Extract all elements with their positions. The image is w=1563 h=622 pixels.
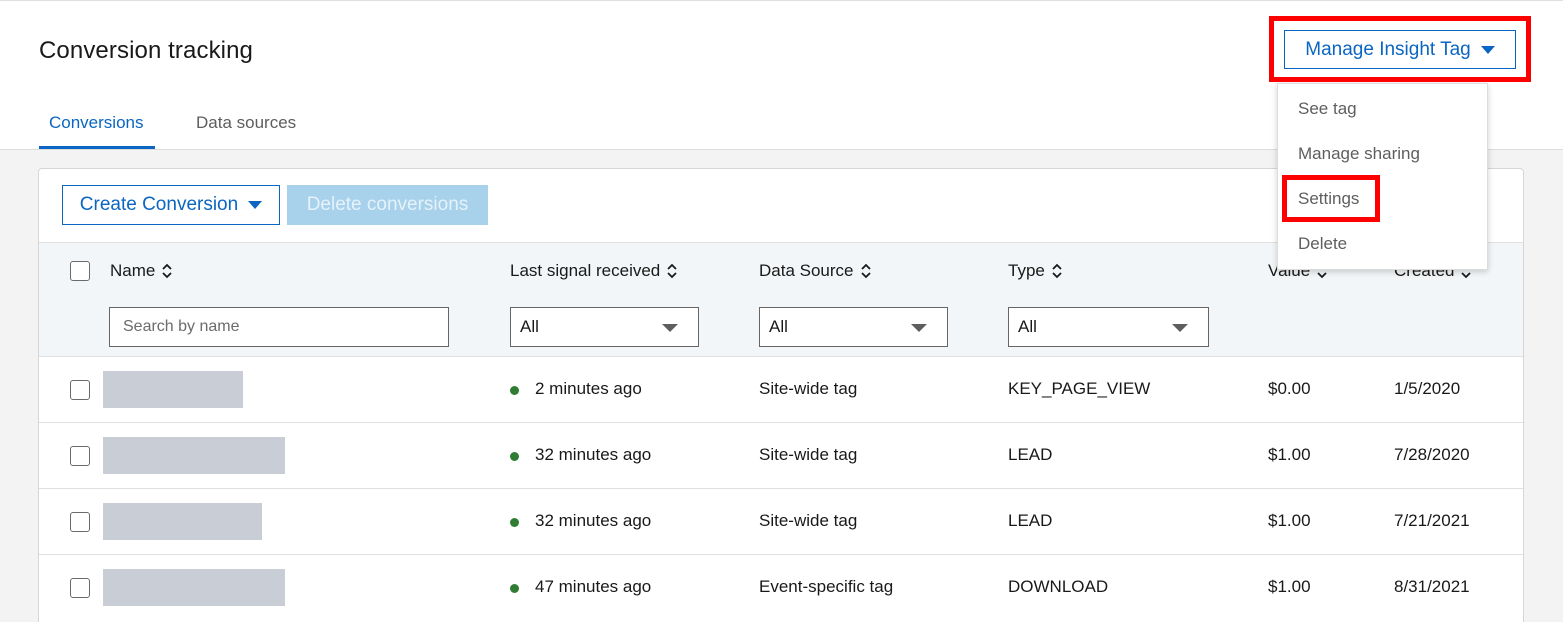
cell-type: LEAD bbox=[1008, 511, 1053, 530]
cell-data-source: Site-wide tag bbox=[759, 511, 858, 530]
cell-data-source: Site-wide tag bbox=[759, 379, 858, 398]
cell-value: $0.00 bbox=[1268, 379, 1311, 398]
cell-last-signal: 32 minutes ago bbox=[535, 511, 652, 530]
search-by-name-input[interactable] bbox=[109, 307, 449, 347]
menu-item-settings[interactable]: Settings bbox=[1298, 189, 1359, 209]
cell-value: $1.00 bbox=[1268, 445, 1311, 464]
sort-chevrons-icon bbox=[860, 263, 871, 279]
page-title: Conversion tracking bbox=[39, 37, 253, 64]
column-header-label: Name bbox=[110, 261, 156, 280]
column-header-data-source[interactable]: Data Source bbox=[759, 261, 872, 281]
sort-chevrons-icon bbox=[162, 263, 172, 279]
status-dot-icon bbox=[510, 386, 519, 395]
cell-last-signal: 2 minutes ago bbox=[535, 379, 642, 398]
cell-type: KEY_PAGE_VIEW bbox=[1008, 379, 1151, 398]
select-value: All bbox=[769, 317, 788, 336]
cell-value: $1.00 bbox=[1268, 577, 1311, 596]
tab-data-sources[interactable]: Data sources bbox=[196, 113, 296, 133]
cell-value: $1.00 bbox=[1268, 511, 1311, 530]
select-value: All bbox=[520, 317, 539, 336]
cell-created: 1/5/2020 bbox=[1394, 379, 1461, 398]
active-tab-indicator bbox=[39, 146, 155, 149]
cell-last-signal: 47 minutes ago bbox=[535, 577, 652, 596]
caret-down-icon bbox=[248, 201, 263, 209]
caret-down-icon bbox=[1480, 45, 1495, 54]
cell-type: LEAD bbox=[1008, 445, 1053, 464]
status-dot-icon bbox=[510, 584, 519, 593]
data-source-filter-select[interactable]: All bbox=[759, 307, 948, 347]
type-filter-select[interactable]: All bbox=[1008, 307, 1209, 347]
manage-insight-tag-menu: See tag Manage sharing Settings Delete bbox=[1277, 83, 1488, 270]
column-header-name[interactable]: Name bbox=[110, 261, 173, 281]
last-signal-filter-select[interactable]: All bbox=[510, 307, 699, 347]
redacted-name bbox=[103, 371, 243, 408]
redacted-name bbox=[103, 437, 285, 474]
cell-type: DOWNLOAD bbox=[1008, 577, 1109, 596]
create-conversion-button[interactable]: Create Conversion bbox=[62, 185, 280, 225]
delete-conversions-button[interactable]: Delete conversions bbox=[287, 185, 488, 225]
table-row[interactable]: 32 minutes ago Site-wide tag LEAD $1.00 … bbox=[39, 422, 1523, 488]
row-checkbox[interactable] bbox=[70, 380, 90, 400]
row-checkbox[interactable] bbox=[70, 446, 90, 466]
table-row[interactable]: 32 minutes ago Site-wide tag LEAD $1.00 … bbox=[39, 488, 1523, 554]
column-header-type[interactable]: Type bbox=[1008, 261, 1063, 281]
caret-down-icon bbox=[662, 324, 678, 332]
column-header-label: Data Source bbox=[759, 261, 854, 280]
caret-down-icon bbox=[911, 324, 927, 332]
create-conversion-label: Create Conversion bbox=[79, 194, 239, 215]
manage-insight-tag-label: Manage Insight Tag bbox=[1305, 38, 1471, 60]
cell-created: 7/21/2021 bbox=[1394, 511, 1470, 530]
table-row[interactable]: 47 minutes ago Event-specific tag DOWNLO… bbox=[39, 554, 1523, 620]
manage-insight-tag-button[interactable]: Manage Insight Tag bbox=[1284, 30, 1516, 69]
row-checkbox[interactable] bbox=[70, 578, 90, 598]
select-value: All bbox=[1018, 317, 1037, 336]
sort-chevrons-icon bbox=[1052, 263, 1062, 279]
column-header-label: Last signal received bbox=[510, 261, 661, 280]
cell-created: 7/28/2020 bbox=[1394, 445, 1470, 464]
column-header-label: Type bbox=[1008, 261, 1045, 280]
menu-item-manage-sharing[interactable]: Manage sharing bbox=[1298, 144, 1420, 164]
cell-data-source: Site-wide tag bbox=[759, 445, 858, 464]
menu-item-delete[interactable]: Delete bbox=[1298, 234, 1347, 254]
table-row[interactable]: 2 minutes ago Site-wide tag KEY_PAGE_VIE… bbox=[39, 356, 1523, 422]
redacted-name bbox=[103, 569, 285, 606]
column-header-last-signal[interactable]: Last signal received bbox=[510, 261, 678, 281]
sort-chevrons-icon bbox=[667, 263, 677, 279]
cell-data-source: Event-specific tag bbox=[759, 577, 894, 596]
status-dot-icon bbox=[510, 518, 519, 527]
cell-last-signal: 32 minutes ago bbox=[535, 445, 652, 464]
cell-created: 8/31/2021 bbox=[1394, 577, 1470, 596]
tab-conversions[interactable]: Conversions bbox=[49, 113, 144, 133]
status-dot-icon bbox=[510, 452, 519, 461]
caret-down-icon bbox=[1172, 324, 1188, 332]
row-checkbox[interactable] bbox=[70, 512, 90, 532]
select-all-checkbox[interactable] bbox=[70, 261, 90, 281]
menu-item-see-tag[interactable]: See tag bbox=[1298, 99, 1357, 119]
redacted-name bbox=[103, 503, 262, 540]
